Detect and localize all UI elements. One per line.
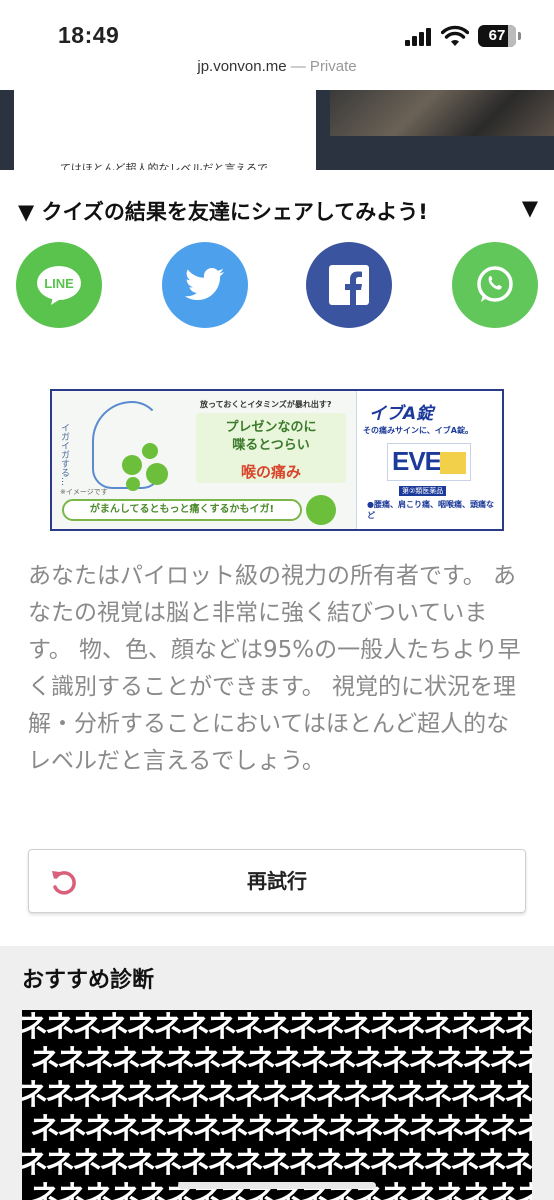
- ad-side-text: イガイガする…: [59, 423, 69, 486]
- share-twitter-button[interactable]: [162, 242, 248, 328]
- share-facebook-button[interactable]: [306, 242, 392, 328]
- ad-product-panel: イブA錠 その痛みサインに、イブA錠。 EVE 第②類医薬品 ●腰痛、肩こり痛、…: [356, 391, 502, 529]
- battery-icon: 67: [478, 25, 521, 47]
- ad-category-tag: 第②類医薬品: [399, 486, 447, 496]
- status-bar: 18:49 67: [0, 0, 554, 58]
- url-domain: jp.vonvon.me: [197, 58, 287, 75]
- twitter-bird-icon: [185, 268, 224, 300]
- ad-brand: イブA錠: [369, 404, 434, 424]
- share-line-button[interactable]: LINE: [16, 242, 102, 328]
- result-description: あなたはパイロット級の視力の所有者です。 あなたの視覚は脳と非常に強く結びついて…: [28, 563, 521, 774]
- ad-headline-line2: 喋るとつらい: [232, 438, 310, 453]
- share-heading-text: ▼ クイズの結果を友達にシェアしてみよう!: [18, 200, 428, 224]
- ad-headline-line1: プレゼンなのに: [225, 420, 317, 435]
- virus-icon: [126, 477, 140, 491]
- virus-icon: [122, 455, 142, 475]
- product-name: EVE: [392, 446, 442, 476]
- pattern-row: ネネネネネネネネネネネネネネネネネネネネ: [30, 1112, 532, 1147]
- pattern-row: ネネネネネネネネネネネネネネネネネネネネ: [22, 1010, 532, 1045]
- recommended-title: おすすめ診断: [22, 968, 155, 993]
- facebook-icon: [329, 265, 369, 305]
- result-image-strip: てはほとんど超人的なレベルだと言えるでしょう。: [0, 90, 554, 170]
- virus-icon: [146, 463, 168, 485]
- advertisement-banner[interactable]: イガイガする… ※イメージです 放っておくとイタミンズが暴れ出す? プレゼンなの…: [50, 389, 504, 531]
- recommended-quizzes-section: おすすめ診断 ネネネネネネネネネネネネネネネネネネネネ ネネネネネネネネネネネネ…: [0, 946, 554, 1200]
- ad-note: ※イメージです: [60, 488, 108, 496]
- product-package: EVE: [387, 443, 471, 481]
- share-whatsapp-button[interactable]: [452, 242, 538, 328]
- share-heading-arrow: ▼: [521, 196, 538, 220]
- private-mode-label: — Private: [290, 58, 357, 75]
- line-icon-label: LINE: [44, 276, 74, 291]
- status-time: 18:49: [58, 22, 120, 48]
- product-package-icon: [440, 452, 466, 474]
- browser-url-bar[interactable]: jp.vonvon.me — Private: [0, 58, 554, 90]
- line-icon: LINE: [37, 266, 81, 305]
- result-card-text: てはほとんど超人的なレベルだと言えるでしょう。: [60, 162, 269, 170]
- result-card: てはほとんど超人的なレベルだと言えるでしょう。: [14, 90, 316, 170]
- result-photo: [330, 90, 554, 136]
- recommended-quiz-thumbnail[interactable]: ネネネネネネネネネネネネネネネネネネネネ ネネネネネネネネネネネネネネネネネネネ…: [22, 1010, 532, 1200]
- share-buttons: LINE: [16, 242, 538, 328]
- home-indicator[interactable]: [178, 1182, 376, 1189]
- whatsapp-icon: [477, 266, 513, 302]
- retry-button[interactable]: 再試行: [28, 849, 526, 913]
- ad-illustration-panel: イガイガする… ※イメージです 放っておくとイタミンズが暴れ出す? プレゼンなの…: [52, 391, 356, 529]
- battery-level: 67: [488, 27, 506, 44]
- pattern-row: ネネネネネネネネネネネネネネネネネネネネ: [22, 1146, 532, 1181]
- wifi-icon: [441, 25, 469, 46]
- ad-bottom-bubble: がまんしてるともっと痛くするかもイガ!: [62, 499, 302, 521]
- cellular-signal-icon: [405, 28, 435, 46]
- pattern-row: ネネネネネネネネネネネネネネネネネネネネ: [30, 1044, 532, 1079]
- ad-headline-box: プレゼンなのに 喋るとつらい 喉の痛み: [196, 413, 346, 483]
- ad-indications: ●腰痛、肩こり痛、咽喉痛、頭痛など: [367, 500, 494, 520]
- retry-label: 再試行: [247, 869, 307, 893]
- ad-headline-line3: 喉の痛み: [240, 463, 301, 481]
- pattern-row: ネネネネネネネネネネネネネネネネネネネネ: [22, 1078, 532, 1113]
- ad-top-text: 放っておくとイタミンズが暴れ出す?: [200, 400, 332, 409]
- virus-mascot-icon: [306, 495, 336, 525]
- ad-subtitle: その痛みサインに、イブA錠。: [363, 426, 473, 435]
- virus-icon: [142, 443, 158, 459]
- share-heading: ▼ クイズの結果を友達にシェアしてみよう! ▼: [18, 196, 538, 226]
